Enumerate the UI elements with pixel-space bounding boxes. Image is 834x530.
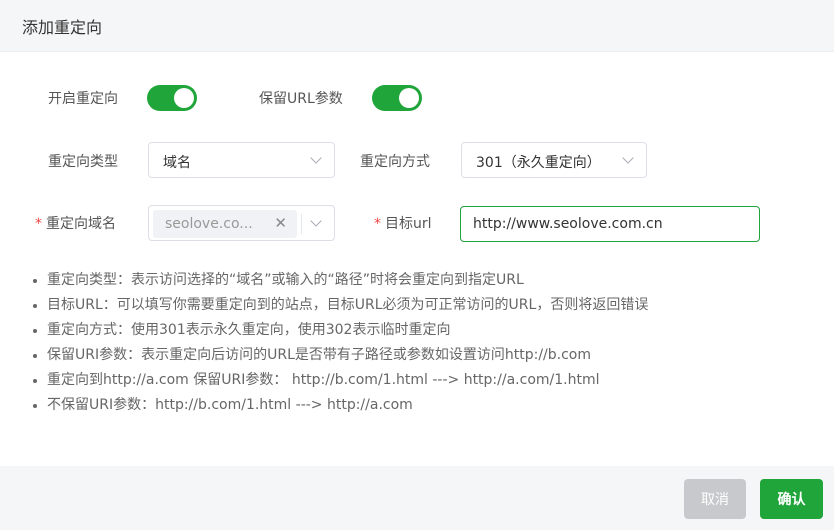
enable-redirect-label: 开启重定向 (48, 91, 118, 107)
required-mark: * (35, 216, 42, 232)
divider (301, 214, 302, 234)
redirect-type-select[interactable]: 域名 (148, 142, 335, 178)
redirect-type-value: 域名 (163, 155, 191, 171)
redirect-type-label: 重定向类型 (48, 154, 118, 170)
chevron-down-icon (622, 152, 634, 164)
required-mark: * (374, 216, 381, 232)
redirect-method-value: 301（永久重定向） (476, 155, 601, 171)
redirect-domain-label-text: 重定向域名 (46, 216, 116, 232)
switch-knob (399, 88, 419, 108)
target-url-label: * 目标url (374, 213, 432, 233)
tip-item: 重定向类型：表示访问选择的“域名”或输入的“路径”时将会重定向到指定URL (30, 270, 648, 295)
dialog-header: 添加重定向 (0, 0, 834, 52)
domain-tag-text: seolove.co... (165, 216, 253, 232)
target-url-label-text: 目标url (385, 216, 432, 232)
close-icon[interactable]: ✕ (274, 214, 287, 232)
confirm-button[interactable]: 确认 (760, 479, 823, 519)
tip-item: 重定向方式：使用301表示永久重定向，使用302表示临时重定向 (30, 320, 648, 345)
dialog-title: 添加重定向 (22, 18, 103, 37)
switch-knob (174, 88, 194, 108)
keep-url-params-switch[interactable] (372, 85, 422, 111)
domain-tag: seolove.co... ✕ (153, 210, 297, 238)
redirect-method-label: 重定向方式 (360, 154, 430, 170)
redirect-domain-label: * 重定向域名 (35, 213, 116, 233)
keep-url-params-label: 保留URL参数 (259, 91, 343, 107)
cancel-button[interactable]: 取消 (684, 479, 746, 519)
tip-item: 保留URI参数：表示重定向后访问的URL是否带有子路径或参数如设置访问http:… (30, 345, 648, 370)
target-url-input[interactable] (460, 206, 760, 242)
redirect-method-select[interactable]: 301（永久重定向） (461, 142, 647, 178)
chevron-down-icon (310, 152, 322, 164)
enable-redirect-switch[interactable] (147, 85, 197, 111)
redirect-domain-select[interactable]: seolove.co... ✕ (148, 205, 335, 241)
tip-item: 重定向到http://a.com 保留URI参数： http://b.com/1… (30, 370, 648, 395)
tip-item: 目标URL：可以填写你需要重定向到的站点，目标URL必须为可正常访问的URL，否… (30, 295, 648, 320)
tips-list: 重定向类型：表示访问选择的“域名”或输入的“路径”时将会重定向到指定URL 目标… (30, 270, 648, 420)
tip-item: 不保留URI参数：http://b.com/1.html ---> http:/… (30, 395, 648, 420)
chevron-down-icon (310, 215, 322, 227)
